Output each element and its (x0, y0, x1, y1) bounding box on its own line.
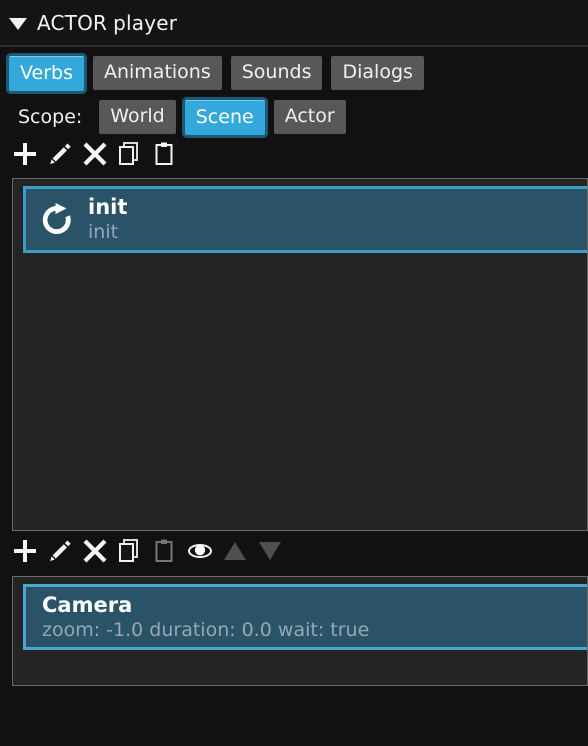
object-type-label: ACTOR (37, 10, 108, 35)
list-item[interactable]: Camera zoom: -1.0 duration: 0.0 wait: tr… (23, 584, 587, 650)
object-name-label: player (113, 10, 178, 35)
refresh-loop-icon (34, 197, 80, 243)
move-down-icon (257, 538, 283, 564)
pencil-icon[interactable] (47, 141, 73, 167)
scope-option-world[interactable]: World (99, 100, 176, 134)
window-titlebar: ACTOR player (0, 0, 588, 47)
actor-editor-panel: ACTOR player Verbs Animations Sounds Dial… (0, 0, 588, 746)
list-item-text: Camera zoom: -1.0 duration: 0.0 wait: tr… (42, 593, 369, 642)
list-item-title: Camera (42, 592, 133, 617)
delete-x-icon[interactable] (82, 141, 108, 167)
scope-option-actor[interactable]: Actor (273, 100, 346, 134)
tab-verbs[interactable]: Verbs (9, 55, 84, 91)
page-title: ACTOR player (37, 11, 177, 35)
action-toolbar (0, 531, 588, 571)
scope-selector: Scope: World Scene Actor (0, 90, 588, 136)
list-item[interactable]: init init (23, 186, 587, 253)
move-up-icon (222, 538, 248, 564)
triangle-down-icon[interactable] (9, 17, 27, 30)
tab-animations[interactable]: Animations (92, 56, 222, 90)
pencil-icon[interactable] (47, 538, 73, 564)
tab-bar: Verbs Animations Sounds Dialogs (0, 47, 588, 91)
paste-icon[interactable] (152, 141, 178, 167)
verb-list-panel[interactable]: init init (12, 178, 588, 531)
tab-dialogs[interactable]: Dialogs (331, 56, 424, 90)
verb-toolbar (0, 136, 588, 172)
tab-sounds[interactable]: Sounds (230, 56, 323, 90)
paste-icon (152, 538, 178, 564)
plus-icon[interactable] (12, 538, 38, 564)
scope-label: Scope: (18, 106, 83, 128)
list-item-title: init (88, 195, 128, 220)
action-list-panel[interactable]: Camera zoom: -1.0 duration: 0.0 wait: tr… (12, 576, 588, 686)
copy-icon[interactable] (117, 538, 143, 564)
list-item-text: init init (88, 195, 127, 244)
eye-icon[interactable] (187, 538, 213, 564)
delete-x-icon[interactable] (82, 538, 108, 564)
plus-icon[interactable] (12, 141, 38, 167)
copy-icon[interactable] (117, 141, 143, 167)
scope-option-scene[interactable]: Scene (184, 99, 265, 135)
list-item-subtitle: zoom: -1.0 duration: 0.0 wait: true (42, 618, 370, 641)
list-item-subtitle: init (88, 221, 119, 244)
